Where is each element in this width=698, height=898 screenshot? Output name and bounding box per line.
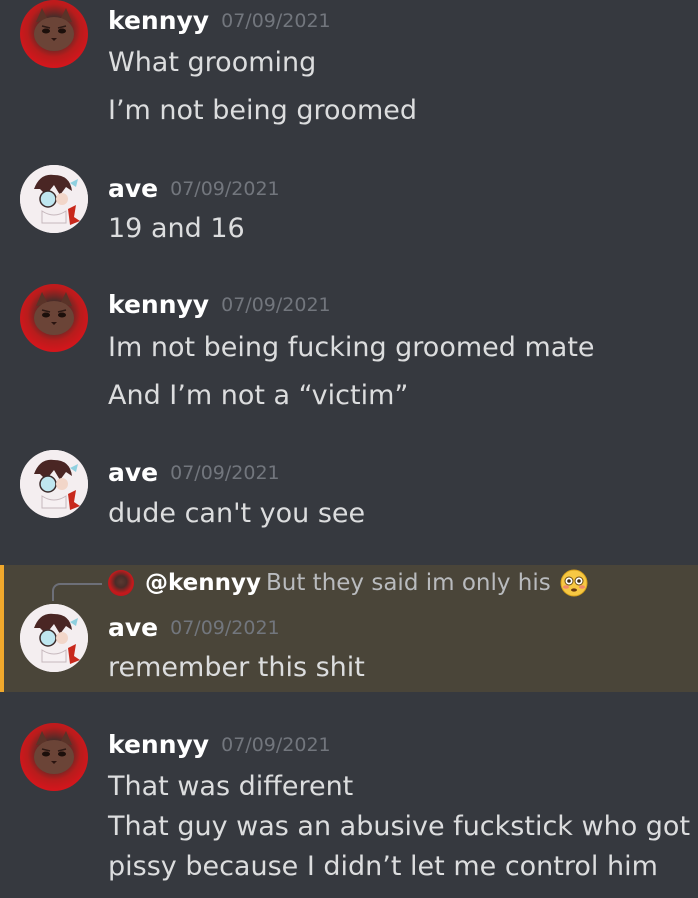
message-line: What grooming [108,47,317,78]
message-line: remember this shit [108,652,365,683]
chat-message-list: kennyy 07/09/2021 What grooming I’m not b… [0,0,698,898]
red-cat-avatar-icon[interactable] [20,0,88,68]
reply-connector [52,583,102,601]
message-author[interactable]: kennyy 07/09/2021 [108,730,331,760]
message-author[interactable]: kennyy 07/09/2021 [108,6,331,36]
reply-mention[interactable]: @kennyy [145,566,261,600]
message-timestamp: 07/09/2021 [221,10,331,32]
message-timestamp: 07/09/2021 [221,294,331,316]
message-line: That was different [108,771,354,802]
red-cat-avatar-icon[interactable] [20,284,88,352]
reply-author-avatar-icon [108,570,134,596]
message-author[interactable]: ave 07/09/2021 [108,174,280,204]
message-line: Im not being fucking groomed mate [108,332,595,363]
message-line: And I’m not a “victim” [108,380,409,411]
anime-character-avatar-icon[interactable] [20,165,88,233]
message-timestamp: 07/09/2021 [170,178,280,200]
message-line: 19 and 16 [108,213,245,244]
red-cat-avatar-icon[interactable] [20,723,88,791]
message-line: I’m not being groomed [108,95,418,126]
message-author[interactable]: ave 07/09/2021 [108,458,280,488]
anime-character-avatar-icon[interactable] [20,604,88,672]
message-line: pissy because I didn’t let me control hi… [108,851,658,882]
message-author[interactable]: ave 07/09/2021 [108,613,280,643]
anime-character-avatar-icon[interactable] [20,450,88,518]
flushed-face-emoji-icon [560,569,588,597]
message-timestamp: 07/09/2021 [221,734,331,756]
reply-preview-text[interactable]: But they said im only his [266,566,551,600]
message-author[interactable]: kennyy 07/09/2021 [108,290,331,320]
message-timestamp: 07/09/2021 [170,462,280,484]
message-timestamp: 07/09/2021 [170,617,280,639]
message-line: dude can't you see [108,498,366,529]
message-line: That guy was an abusive fuckstick who go… [108,811,691,842]
